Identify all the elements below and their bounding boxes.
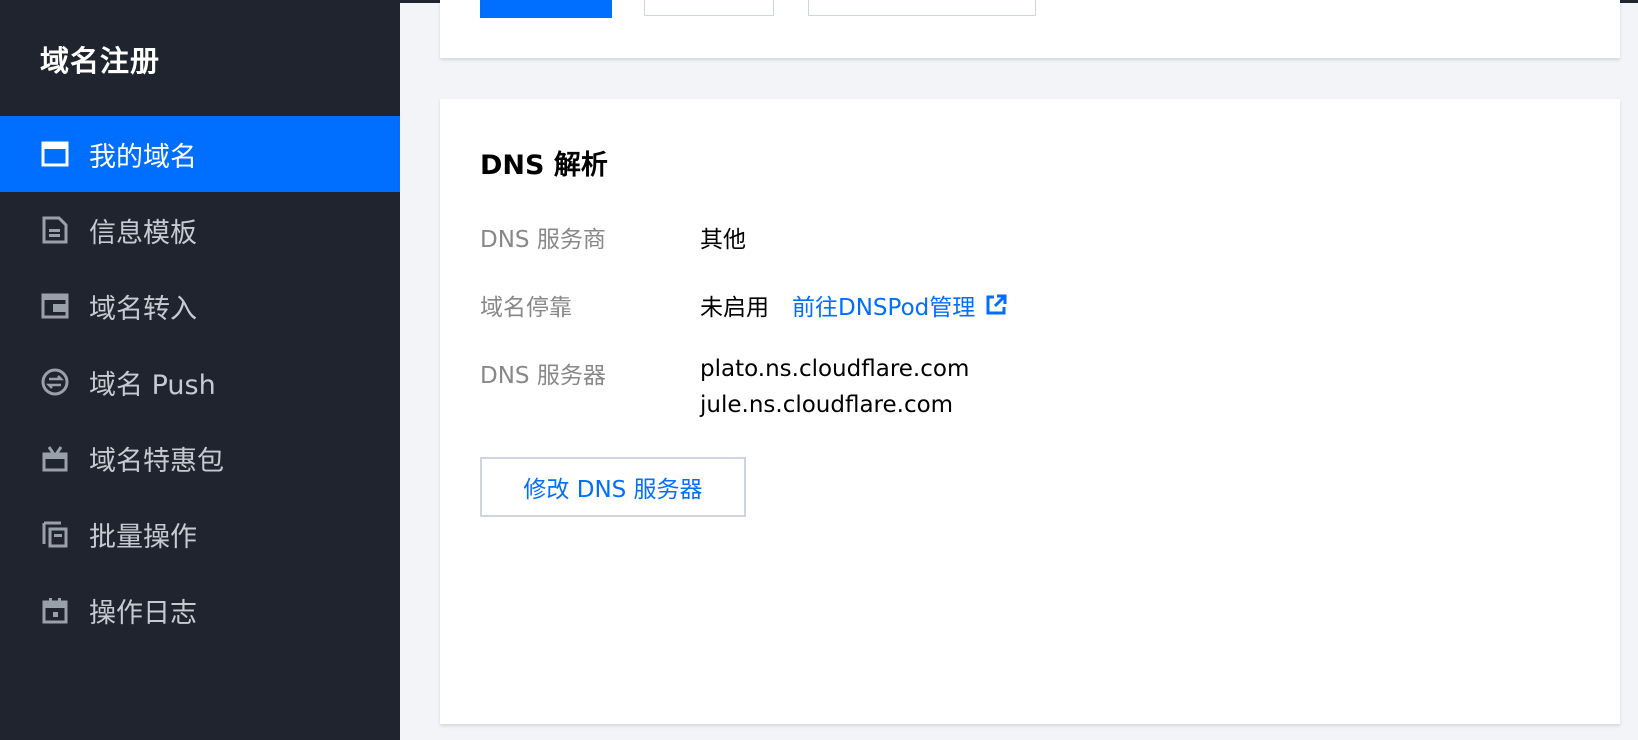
browser-window-icon [40,139,70,169]
calendar-icon [40,595,70,625]
sidebar-item-operation-log[interactable]: 操作日志 [0,572,400,648]
sidebar-nav: 我的域名 信息模板 域名转入 域名 Push 域名特惠包 批量操作 操作日志 [0,116,400,648]
sidebar-item-info-templates[interactable]: 信息模板 [0,192,400,268]
push-icon [40,367,70,397]
sidebar-item-label: 域名 Push [89,369,216,401]
top-card [440,0,1620,58]
sidebar-item-label: 操作日志 [89,597,197,629]
sidebar-item-domain-bundle[interactable]: 域名特惠包 [0,420,400,496]
secondary-button-partial[interactable] [644,0,774,16]
sidebar-item-domain-push[interactable]: 域名 Push [0,344,400,420]
domain-parking-label: 域名停靠 [480,295,572,321]
dns-card: DNS 解析 DNS 服务商 其他 域名停靠 未启用 前往DNSPod管理 DN… [440,99,1620,724]
dnspod-manage-link[interactable]: 前往DNSPod管理 [792,288,1007,322]
sidebar-item-my-domains[interactable]: 我的域名 [0,116,400,192]
transfer-in-icon [40,291,70,321]
sidebar-item-label: 我的域名 [89,141,197,173]
document-icon [40,215,70,245]
external-link-icon [985,294,1007,316]
primary-button-partial[interactable] [480,0,612,18]
domain-parking-value: 未启用 [700,295,769,321]
dns-provider-label: DNS 服务商 [480,227,606,253]
sidebar-item-domain-transfer[interactable]: 域名转入 [0,268,400,344]
modify-dns-servers-button[interactable]: 修改 DNS 服务器 [480,457,746,517]
dnspod-link-label: 前往DNSPod管理 [792,295,976,321]
sidebar-item-label: 信息模板 [89,217,197,249]
sidebar-title: 域名注册 [40,44,161,78]
sidebar-item-label: 域名特惠包 [89,445,224,477]
batch-copy-icon [40,519,70,549]
dns-server-2: jule.ns.cloudflare.com [700,392,954,418]
sidebar-item-batch-operation[interactable]: 批量操作 [0,496,400,572]
sidebar: 域名注册 我的域名 信息模板 域名转入 域名 Push 域名特惠包 批量操作 操… [0,0,400,740]
dns-section-title: DNS 解析 [480,150,608,181]
sidebar-item-label: 域名转入 [89,293,197,325]
sidebar-item-label: 批量操作 [89,521,197,553]
dns-servers-label: DNS 服务器 [480,363,606,389]
dns-server-1: plato.ns.cloudflare.com [700,356,970,382]
secondary-button-partial-2[interactable] [808,0,1036,16]
gift-icon [40,443,70,473]
dns-provider-value: 其他 [700,227,746,253]
